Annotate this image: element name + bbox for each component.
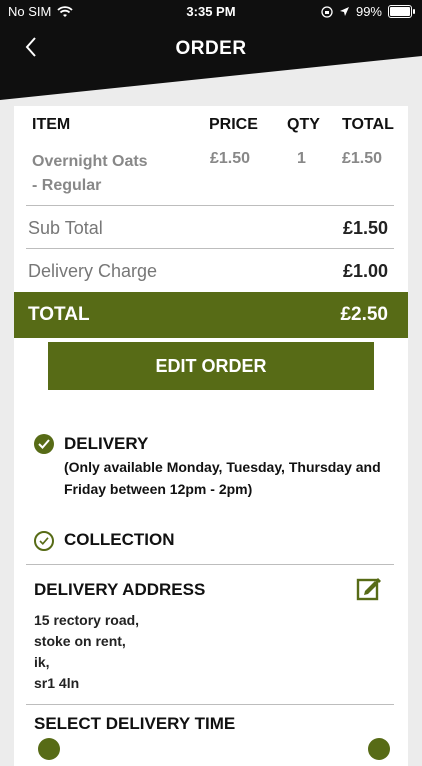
page-title: ORDER (175, 38, 247, 59)
header-total: TOTAL (342, 116, 394, 133)
delivery-note: (Only available Monday, Tuesday, Thursda… (64, 456, 381, 500)
collection-radio[interactable] (34, 531, 54, 551)
header-item: ITEM (32, 116, 71, 133)
address-line-2: stoke on rent, (34, 633, 126, 649)
battery-level (390, 7, 410, 16)
divider (26, 564, 394, 565)
location-arrow-icon (339, 7, 349, 16)
time-option-radio[interactable] (38, 738, 60, 760)
subtotal-label: Sub Total (28, 218, 103, 238)
item-qty: 1 (297, 150, 306, 167)
total-value: £2.50 (340, 304, 388, 325)
total-bar: TOTAL £2.50 (14, 292, 408, 338)
address-line-3: ik, (34, 654, 50, 670)
battery-icon (388, 5, 415, 18)
item-total: £1.50 (342, 150, 383, 167)
delivery-note-line-1: (Only available Monday, Tuesday, Thursda… (64, 459, 381, 475)
delivery-charge-label: Delivery Charge (28, 261, 158, 281)
check-icon (39, 537, 49, 545)
header-qty: QTY (287, 116, 320, 133)
table-row-item: Overnight Oats - Regular (32, 150, 148, 198)
delivery-label[interactable]: DELIVERY (64, 434, 148, 454)
select-delivery-time-title: SELECT DELIVERY TIME (34, 714, 236, 733)
rotation-lock-icon (321, 5, 333, 18)
delivery-radio[interactable] (34, 434, 54, 454)
pencil-square-icon (356, 578, 381, 601)
status-right: 99% (321, 4, 415, 19)
header-price: PRICE (209, 116, 258, 133)
item-price: £1.50 (210, 150, 251, 167)
delivery-charge-value: £1.00 (342, 261, 388, 281)
divider (26, 205, 394, 206)
divider (26, 704, 394, 705)
status-bar: No SIM 3:35 PM 99% (0, 0, 422, 24)
check-icon (38, 439, 50, 449)
total-label: TOTAL (28, 304, 90, 325)
delivery-note-line-2: Friday between 12pm - 2pm) (64, 481, 253, 497)
order-card: ITEM PRICE QTY TOTAL Overnight Oats - Re… (14, 106, 408, 766)
edit-order-button[interactable]: EDIT ORDER (48, 342, 374, 390)
item-variant: - Regular (32, 177, 102, 194)
collection-label[interactable]: COLLECTION (64, 530, 175, 550)
divider (26, 248, 394, 249)
battery-percent: 99% (355, 4, 382, 19)
address-line-1: 15 rectory road, (34, 612, 140, 628)
subtotal-value: £1.50 (342, 218, 388, 238)
address-line-4: sr1 4ln (34, 675, 80, 691)
time-option-radio[interactable] (368, 738, 390, 760)
item-name: Overnight Oats (32, 153, 148, 170)
edit-address-icon[interactable] (356, 576, 382, 602)
delivery-address-title: DELIVERY ADDRESS (34, 580, 206, 599)
